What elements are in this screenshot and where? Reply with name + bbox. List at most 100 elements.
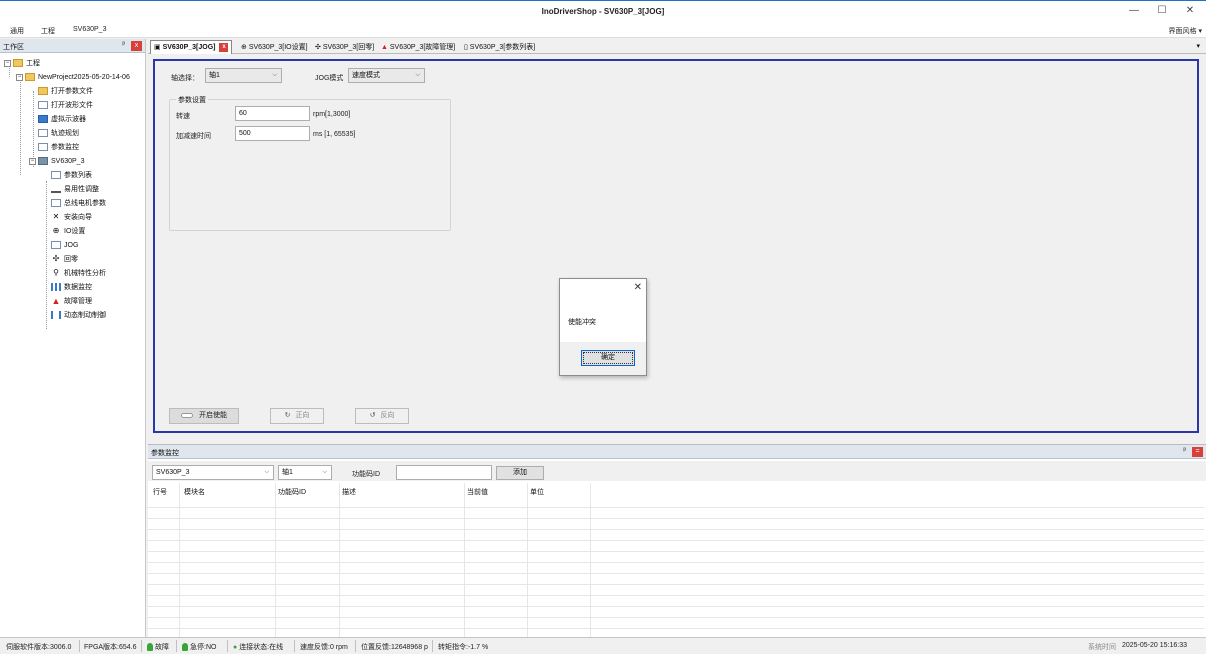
tree-item-open-param-file[interactable]: 打开参数文件 bbox=[38, 85, 93, 98]
forward-button[interactable]: ↻ 正向 bbox=[270, 408, 324, 424]
collapse-icon[interactable]: − bbox=[16, 73, 23, 81]
menu-device[interactable]: SV630P_3 bbox=[73, 26, 106, 33]
tree-item-label: JOG bbox=[64, 242, 79, 249]
tree-project[interactable]: − NewProject2025-05-20-14-06 bbox=[16, 71, 130, 84]
maximize-button[interactable]: ☐ bbox=[1148, 3, 1176, 19]
brake-icon bbox=[51, 311, 61, 320]
estop-indicator: 急停:NO bbox=[182, 642, 216, 652]
tree-item-label: 总线电机参数 bbox=[64, 200, 106, 207]
monitor-close-button[interactable]: = bbox=[1192, 447, 1203, 457]
tree-item-mechanical-analysis[interactable]: ⚲ 机械特性分析 bbox=[51, 267, 106, 280]
tree-item-jog[interactable]: JOG bbox=[51, 239, 78, 252]
tree-item-label: 回零 bbox=[64, 256, 78, 263]
workspace-close-button[interactable]: x bbox=[131, 41, 142, 51]
tree-item-trajectory[interactable]: 轨迹规划 bbox=[38, 127, 79, 140]
collapse-icon[interactable]: − bbox=[4, 59, 11, 67]
speed-input[interactable]: 60 bbox=[235, 106, 310, 121]
tab-io-settings[interactable]: ⊕ SV630P_3[IO设置] bbox=[237, 40, 312, 54]
monitor-axis-value: 轴1 bbox=[282, 469, 293, 476]
enable-button-label: 开启使能 bbox=[199, 412, 227, 419]
io-icon: ⊕ bbox=[52, 226, 60, 236]
homing-icon: ✣ bbox=[315, 44, 323, 51]
tools-icon: ✕ bbox=[52, 212, 60, 222]
accel-time-input[interactable]: 500 bbox=[235, 126, 310, 141]
dialog-footer: 确定 bbox=[560, 342, 646, 375]
reverse-button-label: 反向 bbox=[380, 412, 395, 419]
close-window-button[interactable]: ✕ bbox=[1176, 3, 1204, 19]
device-select[interactable]: SV630P_3 ⌵ bbox=[152, 465, 274, 480]
torque-command: 转矩指令:-1.7 % bbox=[438, 644, 489, 651]
menu-ui-style[interactable]: 界面风格 ▾ bbox=[1169, 26, 1202, 36]
dialog-close-button[interactable]: ✕ bbox=[634, 282, 642, 293]
chevron-down-icon: ⌵ bbox=[264, 469, 269, 475]
device-select-value: SV630P_3 bbox=[156, 469, 190, 476]
tab-jog[interactable]: ▣ SV630P_3[JOG] x bbox=[150, 40, 233, 54]
collapse-icon[interactable]: − bbox=[29, 157, 36, 165]
tree-item-virtual-scope[interactable]: 虚拟示波器 bbox=[38, 113, 86, 126]
tree-device-label: SV630P_3 bbox=[51, 158, 85, 165]
open-folder-icon bbox=[38, 87, 48, 96]
column-header-function-code: 功能码ID bbox=[278, 489, 306, 496]
tab-label: SV630P_3[回零] bbox=[322, 44, 375, 51]
tree-item-label: 易用性调整 bbox=[64, 186, 99, 193]
tree-root[interactable]: − 工程 bbox=[4, 57, 40, 70]
folder-icon bbox=[25, 73, 35, 82]
tree-item-label: 故障管理 bbox=[64, 298, 92, 305]
tree-device[interactable]: − SV630P_3 bbox=[29, 155, 84, 168]
tab-list-dropdown[interactable]: ▾ bbox=[1196, 42, 1200, 50]
tab-homing[interactable]: ✣ SV630P_3[回零] bbox=[311, 40, 378, 54]
tree-item-fault-management[interactable]: ▲ 故障管理 bbox=[51, 295, 92, 308]
pin-icon[interactable]: ᵖ bbox=[1183, 447, 1186, 454]
tree-item-label: 安装向导 bbox=[64, 214, 92, 221]
tree-item-label: 机械特性分析 bbox=[64, 270, 106, 277]
chevron-down-icon: ⌵ bbox=[322, 469, 327, 475]
tree-item-label: 动态制动制御 bbox=[64, 312, 106, 319]
axis-select[interactable]: 轴1 ⌵ bbox=[205, 68, 282, 83]
fault-label: 故障 bbox=[155, 644, 169, 651]
jog-mode-label: JOG模式 bbox=[315, 75, 344, 82]
tree-item-label: 打开波形文件 bbox=[51, 102, 93, 109]
homing-icon: ✣ bbox=[52, 254, 60, 264]
reverse-button[interactable]: ↺ 反向 bbox=[355, 408, 409, 424]
dialog-ok-button[interactable]: 确定 bbox=[581, 350, 635, 366]
monitor-axis-select[interactable]: 轴1 ⌵ bbox=[278, 465, 332, 480]
tree-item-homing[interactable]: ✣ 回零 bbox=[51, 253, 78, 266]
tree-item-install-wizard[interactable]: ✕ 安装向导 bbox=[51, 211, 92, 224]
trajectory-icon bbox=[38, 129, 48, 138]
jog-icon bbox=[51, 241, 61, 250]
tab-param-list[interactable]: ▯ SV630P_3[参数列表] bbox=[460, 40, 539, 54]
add-button[interactable]: 添加 bbox=[496, 466, 544, 480]
minimize-button[interactable]: — bbox=[1120, 3, 1148, 19]
function-code-input[interactable] bbox=[396, 465, 492, 480]
param-monitor-toolbar: SV630P_3 ⌵ 轴1 ⌵ 功能码ID 添加 bbox=[148, 461, 1206, 481]
bar-chart-icon bbox=[51, 283, 61, 292]
tree-item-param-list[interactable]: 参数列表 bbox=[51, 169, 92, 182]
menu-general[interactable]: 通用 bbox=[10, 26, 24, 36]
chevron-down-icon: ⌵ bbox=[415, 72, 420, 78]
workspace-panel: 工作区 ᵖ x − 工程 − NewProject2025-05-20-14-06 … bbox=[0, 39, 146, 637]
tab-label: SV630P_3[JOG] bbox=[162, 44, 216, 51]
tree-item-open-wave-file[interactable]: 打开波形文件 bbox=[38, 99, 93, 112]
param-monitor-header: 参数监控 ᵖ = bbox=[148, 445, 1206, 459]
tab-close-icon[interactable]: x bbox=[219, 42, 229, 52]
pin-icon[interactable]: ᵖ bbox=[122, 41, 125, 48]
tree-item-io-settings[interactable]: ⊕ IO设置 bbox=[51, 225, 86, 238]
tree-item-usability-tune[interactable]: 易用性调整 bbox=[51, 183, 99, 196]
toggle-icon bbox=[181, 412, 193, 418]
tree-item-label: 参数监控 bbox=[51, 144, 79, 151]
workspace-header: 工作区 ᵖ x bbox=[0, 39, 145, 53]
enable-button[interactable]: 开启使能 bbox=[169, 408, 239, 424]
fpga-version: FPGA版本:654.6 bbox=[84, 644, 137, 651]
jog-mode-select[interactable]: 速度模式 ⌵ bbox=[348, 68, 425, 83]
rotate-cw-icon: ↻ bbox=[284, 412, 291, 419]
menu-project[interactable]: 工程 bbox=[41, 26, 55, 36]
analysis-icon: ⚲ bbox=[53, 268, 59, 278]
tree-item-data-monitor[interactable]: 数据监控 bbox=[51, 281, 92, 294]
tab-fault-management[interactable]: ▲ SV630P_3[故障管理] bbox=[377, 40, 459, 54]
document-icon bbox=[51, 171, 61, 180]
window-title: InoDriverShop - SV630P_3[JOG] bbox=[541, 7, 665, 16]
tree-item-bus-motor-params[interactable]: 总线电机参数 bbox=[51, 197, 106, 210]
tree-item-param-monitor[interactable]: 参数监控 bbox=[38, 141, 79, 154]
io-icon: ⊕ bbox=[241, 44, 249, 51]
tree-item-dynamic-brake[interactable]: 动态制动制御 bbox=[51, 309, 106, 322]
